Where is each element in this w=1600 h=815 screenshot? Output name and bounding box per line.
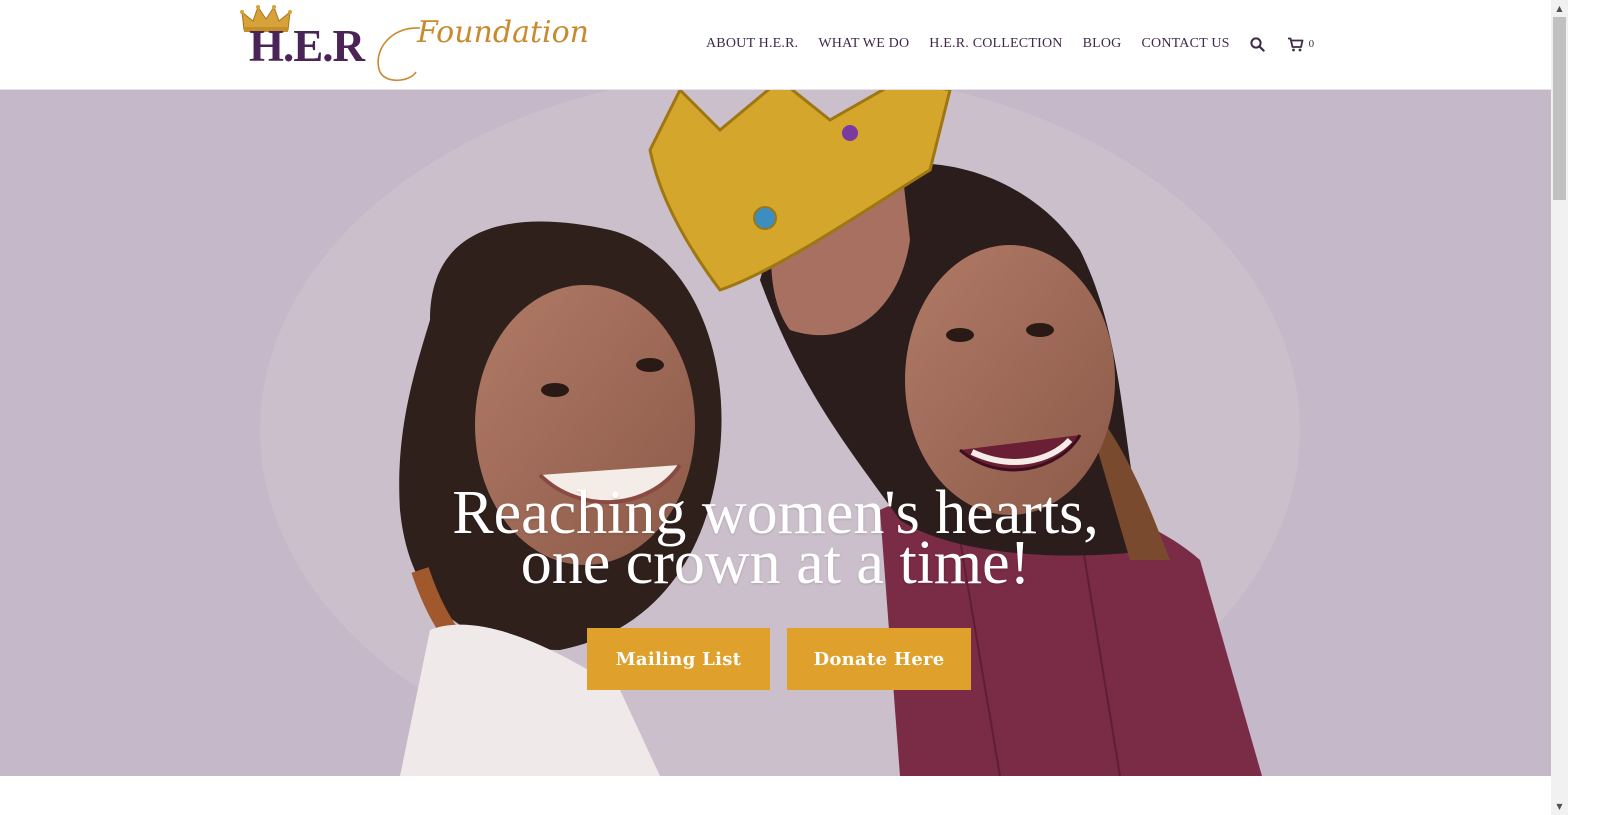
logo-primary-text: H.E.R [249, 21, 365, 71]
nav-what-we-do[interactable]: WHAT WE DO [818, 36, 909, 52]
vertical-scrollbar[interactable]: ▲ ▼ [1551, 0, 1568, 815]
nav-blog[interactable]: BLOG [1083, 36, 1122, 52]
logo-secondary-text: Foundation [417, 15, 590, 50]
hero-photo [260, 90, 1300, 776]
scrollbar-thumb[interactable] [1553, 17, 1566, 200]
nav-collection[interactable]: H.E.R. COLLECTION [929, 36, 1062, 52]
hero-section: Reaching women's hearts, one crown at a … [0, 90, 1551, 776]
content-below-fold [0, 776, 1551, 815]
mailing-list-button[interactable]: Mailing List [587, 628, 770, 690]
cart-count: 0 [1308, 38, 1315, 50]
donate-button[interactable]: Donate Here [787, 628, 971, 690]
hero-headline-line2: one crown at a time! [520, 529, 1031, 597]
hero-headline: Reaching women's hearts, one crown at a … [0, 482, 1551, 597]
cart-button[interactable]: 0 [1287, 37, 1315, 52]
scroll-down-icon[interactable]: ▼ [1551, 798, 1568, 815]
nav-about[interactable]: ABOUT H.E.R. [706, 36, 798, 52]
site-logo[interactable]: H.E.R Foundation [240, 4, 589, 84]
nav-contact[interactable]: CONTACT US [1142, 36, 1230, 52]
search-icon[interactable] [1250, 36, 1265, 52]
scroll-up-icon[interactable]: ▲ [1551, 0, 1568, 17]
site-header: H.E.R Foundation ABOUT H.E.R. WHAT WE DO… [0, 0, 1551, 90]
cart-icon [1287, 37, 1304, 51]
main-nav: ABOUT H.E.R. WHAT WE DO H.E.R. COLLECTIO… [706, 36, 1314, 52]
